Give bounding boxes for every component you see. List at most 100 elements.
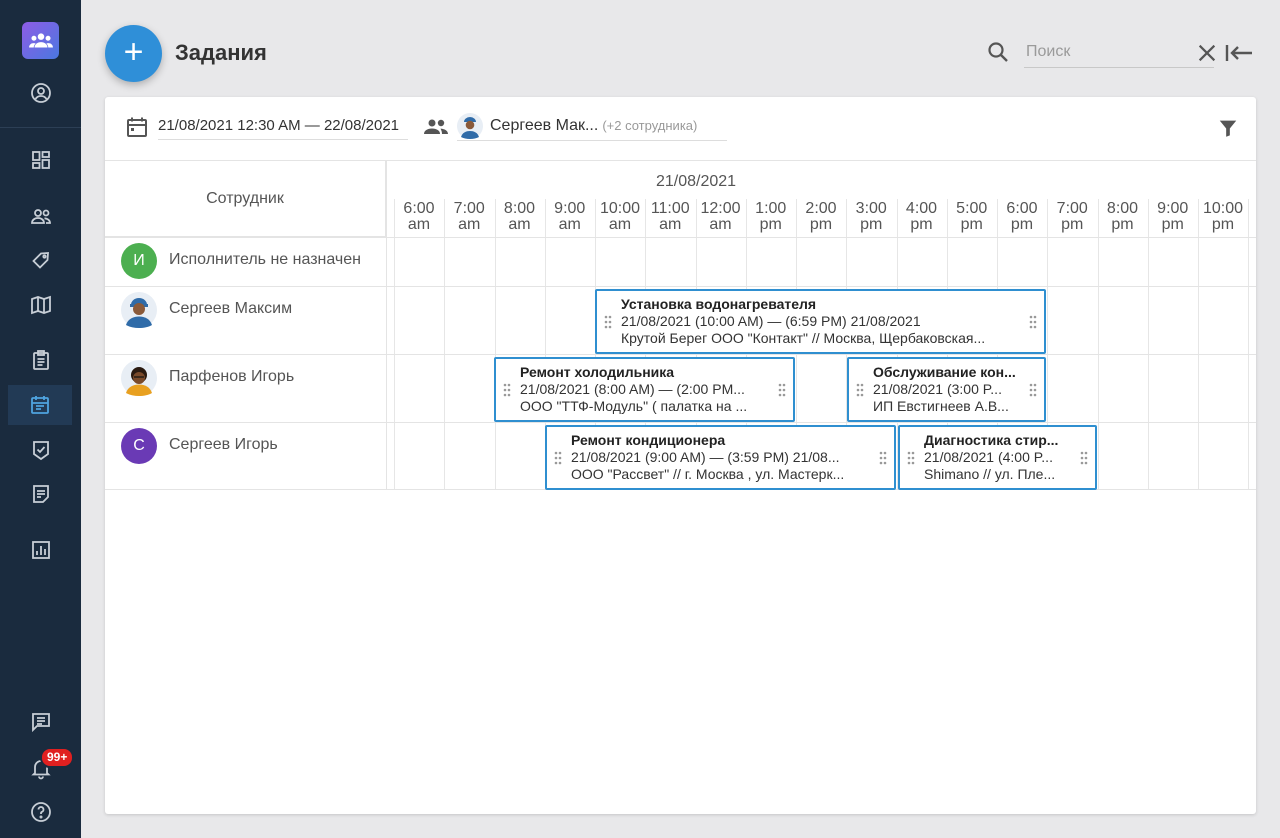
hour-period: am	[608, 216, 632, 233]
drag-handle-icon[interactable]	[856, 383, 864, 397]
drag-handle-icon[interactable]	[503, 383, 511, 397]
task-block[interactable]: Ремонт холодильника 21/08/2021 (8:00 AM) …	[494, 357, 795, 422]
drag-handle-icon[interactable]	[1029, 383, 1037, 397]
employee-avatar	[121, 292, 157, 328]
account-icon[interactable]	[0, 73, 81, 113]
task-time: 21/08/2021 (9:00 AM) — (3:59 PM) 21/08..…	[571, 449, 840, 465]
grid-column-line	[1248, 199, 1250, 489]
hour-label: 11:00	[650, 200, 690, 217]
hour-label: 9:00	[554, 200, 586, 217]
hour-label: 7:00	[453, 200, 485, 217]
team-logo-icon[interactable]	[22, 22, 59, 59]
task-title: Ремонт кондиционера	[571, 432, 726, 448]
drag-handle-icon[interactable]	[879, 451, 887, 465]
filter-funnel-icon[interactable]	[1217, 117, 1239, 139]
task-title: Установка водонагревателя	[621, 296, 817, 312]
task-block[interactable]: Обслуживание кон... 21/08/2021 (3:00 P...…	[847, 357, 1046, 422]
filter-bar: 21/08/2021 12:30 AM — 22/08/2021 Сергеев…	[105, 97, 1256, 161]
map-icon[interactable]	[0, 285, 81, 325]
task-client: ИП Евстигнеев А.В...	[873, 398, 1009, 414]
date-range-field[interactable]: 21/08/2021 12:30 AM — 22/08/2021	[158, 117, 408, 140]
task-title: Ремонт холодильника	[520, 364, 675, 380]
hour-header: 7:00 am	[444, 201, 494, 233]
drag-handle-icon[interactable]	[554, 451, 562, 465]
employee-avatar-small	[457, 113, 483, 139]
add-task-button[interactable]: +	[105, 25, 162, 82]
task-client: ООО "ТТФ-Модуль" ( палатка на ...	[520, 398, 748, 414]
collapse-panel-icon[interactable]	[1224, 41, 1254, 65]
drag-handle-icon[interactable]	[1080, 451, 1088, 465]
hour-header: 10:00 pm	[1198, 201, 1248, 233]
task-time: 21/08/2021 (4:00 P...	[924, 449, 1053, 465]
hour-period: pm	[1111, 216, 1134, 233]
grid-row-line	[105, 422, 1256, 423]
report-icon[interactable]	[0, 530, 81, 570]
close-icon[interactable]	[1196, 42, 1218, 64]
task-title: Обслуживание кон...	[873, 364, 1016, 380]
hour-period: pm	[1010, 216, 1034, 233]
drag-handle-icon[interactable]	[778, 383, 786, 397]
hour-header: 3:00 pm	[846, 201, 896, 233]
hour-label: 8:00	[503, 200, 536, 217]
check-shield-icon[interactable]	[0, 430, 81, 470]
employee-filter-more: (+2 сотрудника)	[602, 118, 698, 133]
hour-label: 1:00	[755, 200, 787, 217]
task-time: 21/08/2021 (10:00 AM) — (6:59 PM) 21/08/…	[621, 313, 921, 329]
employee-filter-label: Сергеев Мак...	[490, 117, 599, 134]
task-client: Крутой Берег ООО "Контакт" // Москва, Ще…	[621, 330, 986, 346]
calendar-picker-icon[interactable]	[125, 115, 149, 139]
hour-label: 8:00	[1106, 200, 1139, 217]
employee-name: Сергеев Максим	[169, 300, 293, 317]
clipboard-icon[interactable]	[0, 340, 81, 380]
timeline-date-header: 21/08/2021	[655, 173, 737, 190]
hour-period: pm	[1161, 216, 1184, 233]
task-time: 21/08/2021 (8:00 AM) — (2:00 PM...	[520, 381, 745, 397]
hour-period: pm	[1211, 216, 1235, 233]
hour-period: am	[659, 216, 682, 233]
tag-icon[interactable]	[0, 240, 81, 280]
hour-header: 6:00 am	[394, 201, 444, 233]
hour-header: 8:00 am	[495, 201, 545, 233]
hour-header: 7:00 pm	[1047, 201, 1097, 233]
hour-label: 2:00	[805, 200, 837, 217]
employee-avatar: С	[121, 427, 157, 464]
hour-label: 12:00	[700, 200, 741, 217]
hour-header: 8:00 pm	[1098, 201, 1148, 233]
search-input[interactable]	[1024, 36, 1214, 68]
people-icon[interactable]	[0, 196, 81, 236]
hour-header: 11:00 am	[645, 201, 695, 233]
grid-column-line	[1198, 199, 1199, 489]
task-block[interactable]: Ремонт кондиционера 21/08/2021 (9:00 AM) …	[545, 425, 896, 490]
employee-avatar	[121, 360, 157, 396]
hour-header: 12:00 am	[696, 201, 746, 233]
hour-label: 4:00	[905, 200, 938, 217]
drag-handle-icon[interactable]	[604, 315, 612, 329]
hour-label: 7:00	[1056, 200, 1088, 217]
employee-filter-field[interactable]: Сергеев Мак... (+2 сотрудника)	[457, 117, 727, 141]
hour-label: 10:00	[1202, 200, 1244, 217]
notes-icon[interactable]	[0, 474, 81, 514]
grid-column-line	[1147, 199, 1149, 489]
task-block[interactable]: Установка водонагревателя 21/08/2021 (10:…	[595, 289, 1046, 354]
task-block[interactable]: Диагностика стир... 21/08/2021 (4:00 P...…	[898, 425, 1097, 490]
grid-column-line	[1097, 199, 1099, 489]
grid-divider	[386, 161, 387, 489]
hour-label: 10:00	[599, 200, 641, 217]
grid-row-line	[105, 237, 1256, 238]
sidebar: 99+	[0, 0, 81, 838]
hour-period: pm	[759, 216, 782, 233]
hour-label: 6:00	[1006, 200, 1038, 217]
page-title: Задания	[175, 40, 267, 65]
calendar-icon[interactable]	[8, 385, 72, 425]
drag-handle-icon[interactable]	[1029, 315, 1037, 329]
dashboard-icon[interactable]	[0, 140, 81, 180]
chat-icon[interactable]	[0, 702, 81, 742]
search-icon[interactable]	[986, 40, 1010, 64]
drag-handle-icon[interactable]	[907, 451, 915, 465]
hour-period: pm	[910, 216, 933, 233]
task-client: Shimano // ул. Пле...	[924, 466, 1056, 482]
hour-period: pm	[860, 216, 883, 233]
help-icon[interactable]	[0, 792, 81, 832]
hour-period: am	[558, 216, 581, 233]
hour-header: 5:00 pm	[947, 201, 997, 233]
